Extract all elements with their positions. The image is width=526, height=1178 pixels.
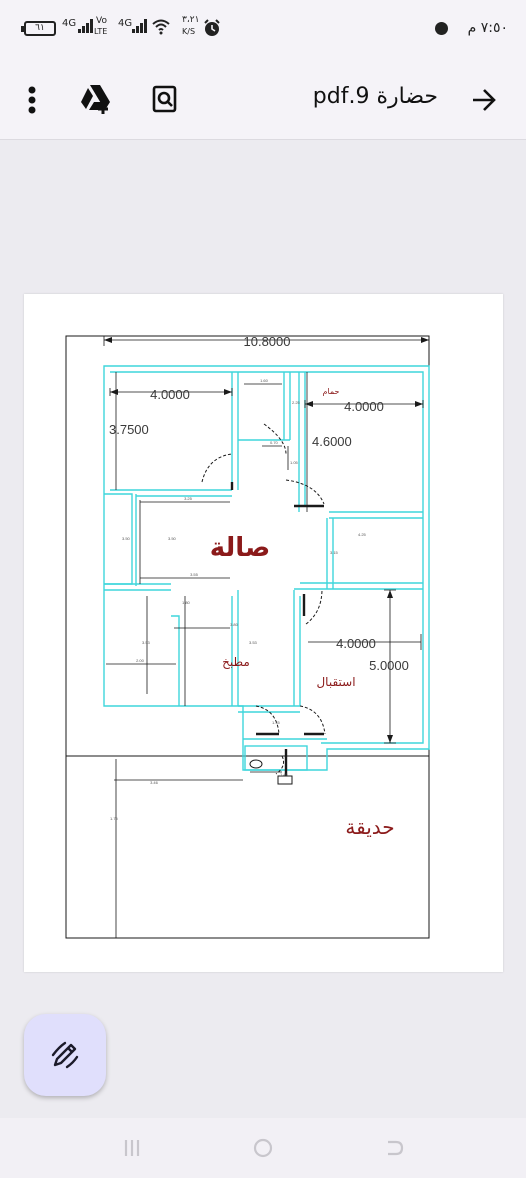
dimension-labels: 10.8000 4.0000 3.7500 4.0000 4.6000 4.00… <box>109 334 409 821</box>
reception-height-label: 5.0000 <box>369 658 409 673</box>
floor-plan-drawing: 10.8000 4.0000 3.7500 4.0000 4.6000 4.00… <box>65 334 430 939</box>
small-dim: 3.50 <box>168 536 177 541</box>
app-bar: حضارة 9.pdf <box>0 60 526 140</box>
document-title: حضارة 9.pdf <box>312 84 438 109</box>
small-dim: 1.05 <box>290 460 299 465</box>
home-button[interactable] <box>249 1134 277 1162</box>
network-type-2: 4G <box>118 18 133 29</box>
add-to-drive-button[interactable] <box>76 80 116 118</box>
back-nav-icon <box>388 1140 404 1156</box>
signal-icon <box>132 19 147 33</box>
doors <box>201 423 326 775</box>
recents-icon <box>124 1140 140 1156</box>
more-vertical-icon <box>28 86 36 114</box>
bath-label: حمام <box>323 387 340 396</box>
small-dim: 3.53 <box>249 640 258 645</box>
garden-label: حديقة <box>345 815 394 839</box>
overall-width-label: 10.8000 <box>244 334 291 349</box>
signal-icon <box>78 19 93 33</box>
reception-width-label: 4.0000 <box>336 636 376 651</box>
small-dim: 1.80 <box>182 600 191 605</box>
timer-icon <box>435 22 448 35</box>
search-document-icon <box>152 85 177 113</box>
pen-edit-icon <box>51 1041 79 1069</box>
search-in-document-button[interactable] <box>148 82 182 116</box>
room2-width-label: 4.0000 <box>344 399 384 414</box>
small-dim: 3.50 <box>122 536 131 541</box>
recents-button[interactable] <box>118 1134 146 1162</box>
status-bar: ٦١ 4G Vo LTE 4G ٣،٢١ K/S ٧:٥٠ م <box>0 0 526 60</box>
system-nav-bar <box>0 1118 526 1178</box>
clock-time: ٧:٥٠ م <box>467 20 508 36</box>
small-dim: 3.46 <box>150 780 159 785</box>
small-dim: 1.46 <box>280 772 289 777</box>
battery-level: ٦١ <box>35 23 45 33</box>
small-dim: 1.75 <box>110 816 119 821</box>
small-dim: 2.00 <box>136 658 145 663</box>
wifi-icon <box>152 19 170 35</box>
small-dim: 3.53 <box>142 640 151 645</box>
google-drive-add-icon <box>81 85 110 114</box>
net-speed-value: ٣،٢١ <box>182 15 200 25</box>
door-leaves <box>230 482 324 776</box>
volte-top: Vo <box>96 16 107 26</box>
hall-label: صالة <box>210 533 270 563</box>
small-dim: 1.45 <box>272 720 281 725</box>
small-dim: 1.60 <box>260 378 269 383</box>
small-dim: 4.25 <box>358 532 367 537</box>
net-speed-unit: K/S <box>182 27 196 36</box>
network-type-1: 4G <box>62 18 77 29</box>
more-options-button[interactable] <box>20 80 44 120</box>
room1-height-label: 3.7500 <box>109 422 149 437</box>
room1-width-label: 4.0000 <box>150 387 190 402</box>
back-button[interactable] <box>466 82 502 118</box>
volte-bottom: LTE <box>94 27 108 36</box>
small-dim: 0.70 <box>270 440 279 445</box>
arrow-right-icon <box>473 89 496 111</box>
alarm-icon <box>204 19 220 36</box>
dimension-lines <box>103 336 430 938</box>
home-icon <box>253 1138 273 1158</box>
small-dim: 3.25 <box>184 496 193 501</box>
back-nav-button[interactable] <box>380 1134 408 1162</box>
edit-fab-button[interactable] <box>24 1014 106 1096</box>
room2-height-label: 4.6000 <box>312 434 352 449</box>
reception-label: استقبال <box>316 675 355 689</box>
small-dim: 3.15 <box>330 550 339 555</box>
battery-icon: ٦١ <box>21 21 56 36</box>
kitchen-label: مطبخ <box>222 655 250 669</box>
small-dim: 3.55 <box>190 572 199 577</box>
small-dim: 3.80 <box>230 622 239 627</box>
pdf-page[interactable]: 10.8000 4.0000 3.7500 4.0000 4.6000 4.00… <box>24 294 503 972</box>
small-dim: 2.25 <box>292 400 301 405</box>
